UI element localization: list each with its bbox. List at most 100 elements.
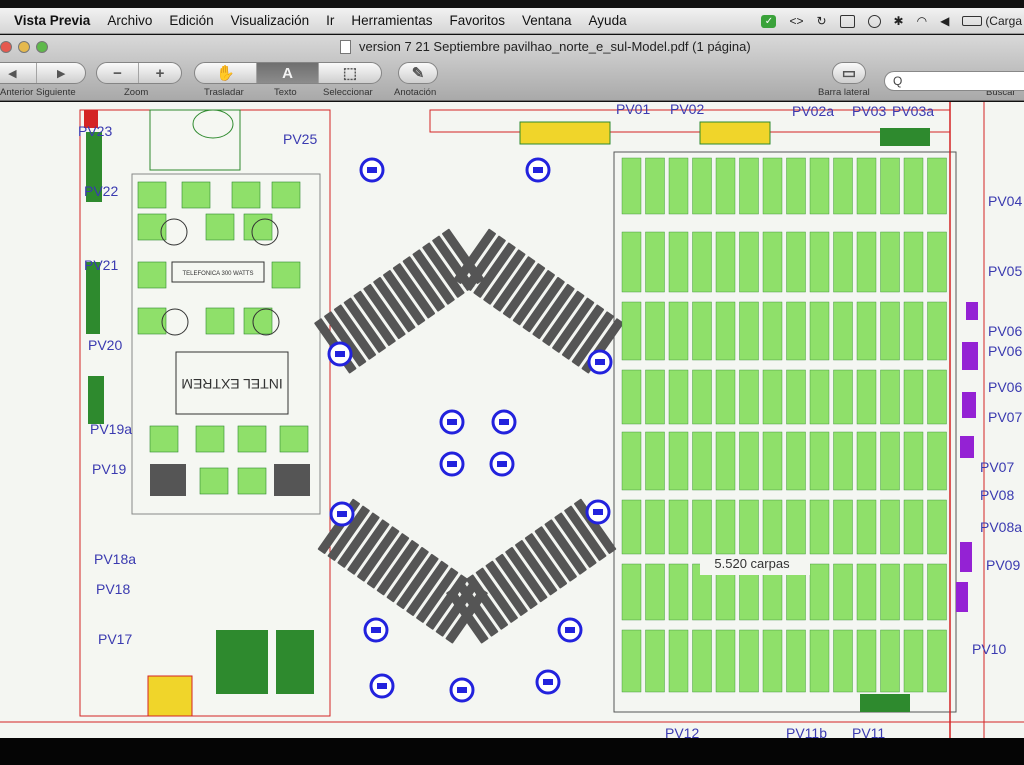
- text-tool-button[interactable]: A: [257, 63, 319, 83]
- tent-block: [903, 629, 924, 693]
- tent-block: [645, 231, 665, 293]
- tent-block: [645, 629, 665, 693]
- tent-block: [880, 301, 900, 361]
- battery-icon: [962, 16, 983, 26]
- tent-block: [762, 231, 783, 293]
- blue-logo-mark: [457, 687, 467, 693]
- tent-block: [809, 369, 830, 425]
- tent-block: [692, 157, 712, 215]
- pv-label: PV17: [98, 631, 132, 647]
- evernote-icon[interactable]: ✓: [761, 14, 777, 28]
- annotate-button[interactable]: ✎: [399, 63, 437, 83]
- purple-stand: [956, 582, 968, 612]
- battery-status[interactable]: (Carga: [962, 14, 1022, 28]
- time-machine-icon[interactable]: [867, 14, 881, 28]
- tent-block: [809, 157, 830, 215]
- pv-label: PV06: [988, 323, 1022, 339]
- tent-block: [762, 431, 783, 491]
- pv-label: PV18a: [94, 551, 136, 567]
- booth-table: [271, 181, 301, 209]
- yellow-block: [147, 675, 193, 717]
- pv-label: PV18: [96, 581, 130, 597]
- green-block: [276, 630, 314, 694]
- top-yellow-block-2: [699, 121, 771, 145]
- move-tool-button[interactable]: ✋: [195, 63, 257, 83]
- tent-block: [833, 629, 853, 693]
- blue-logo-mark: [533, 167, 543, 173]
- tent-block: [833, 563, 853, 621]
- hand-icon: ✋: [216, 65, 235, 82]
- menu-herramientas[interactable]: Herramientas: [351, 13, 432, 28]
- menu-ventana[interactable]: Ventana: [522, 13, 572, 28]
- document-view[interactable]: TELEFONICA 300 WATTS INTEL EXTREM 5.520 …: [0, 102, 1024, 738]
- tent-block: [645, 499, 665, 555]
- code-icon[interactable]: <>: [789, 14, 803, 28]
- wifi-icon[interactable]: ◠: [917, 14, 927, 28]
- search-icon: Q: [893, 74, 903, 88]
- tent-block: [809, 499, 830, 555]
- tent-block: [621, 369, 642, 425]
- tent-block: [856, 629, 877, 693]
- tent-block: [645, 157, 665, 215]
- close-window-button[interactable]: [0, 41, 12, 53]
- tent-block: [621, 629, 642, 693]
- tent-block: [621, 499, 642, 555]
- zoom-in-button[interactable]: +: [139, 63, 181, 83]
- zoom-group: − +: [96, 62, 182, 84]
- tent-block: [833, 301, 853, 361]
- booth-table: [205, 307, 235, 335]
- tent-block: [880, 231, 900, 293]
- tent-block: [762, 629, 783, 693]
- pv-label: PV10: [972, 641, 1006, 657]
- tent-block: [621, 231, 642, 293]
- bottom-green-block: [860, 694, 910, 712]
- search-field[interactable]: Q: [884, 71, 1024, 91]
- menu-app[interactable]: Vista Previa: [14, 13, 90, 28]
- select-tool-button[interactable]: ⬚: [319, 63, 381, 83]
- tent-block: [645, 563, 665, 621]
- tent-block: [668, 431, 689, 491]
- booth-table: [279, 425, 309, 453]
- zoom-window-button[interactable]: [36, 41, 48, 53]
- tent-block: [903, 369, 924, 425]
- menu-archivo[interactable]: Archivo: [107, 13, 152, 28]
- tent-block: [809, 563, 830, 621]
- booth-table: [231, 181, 261, 209]
- display-icon[interactable]: [839, 14, 855, 28]
- blue-logo-mark: [543, 679, 553, 685]
- menu-ayuda[interactable]: Ayuda: [589, 13, 627, 28]
- tent-block: [856, 431, 877, 491]
- previous-button[interactable]: ◂: [0, 63, 38, 83]
- tent-block: [645, 301, 665, 361]
- menu-visualizacion[interactable]: Visualización: [231, 13, 310, 28]
- tent-block: [903, 431, 924, 491]
- next-button[interactable]: ▸: [37, 63, 85, 83]
- tools-group: ✋ A ⬚: [194, 62, 382, 84]
- tent-block: [786, 301, 806, 361]
- menu-edicion[interactable]: Edición: [169, 13, 213, 28]
- minimize-window-button[interactable]: [18, 41, 30, 53]
- tent-block: [856, 301, 877, 361]
- tent-block: [927, 369, 947, 425]
- menu-ir[interactable]: Ir: [326, 13, 334, 28]
- zoom-out-button[interactable]: −: [97, 63, 140, 83]
- floor-plan-drawing: TELEFONICA 300 WATTS INTEL EXTREM 5.520 …: [0, 102, 1024, 738]
- volume-icon[interactable]: ◀: [940, 14, 949, 28]
- window-title-text: version 7 21 Septiembre pavilhao_norte_e…: [359, 39, 751, 54]
- tent-block: [739, 157, 759, 215]
- sidebar-toggle-button[interactable]: ▭: [833, 63, 865, 83]
- booth-table: [181, 181, 211, 209]
- tent-block: [786, 157, 806, 215]
- tent-block: [692, 431, 712, 491]
- tent-block: [880, 431, 900, 491]
- window-toolbar: version 7 21 Septiembre pavilhao_norte_e…: [0, 35, 1024, 101]
- tent-block: [715, 431, 736, 491]
- pv-label: PV01: [616, 102, 650, 117]
- tent-block: [880, 369, 900, 425]
- move-tool-label: Trasladar: [204, 87, 244, 98]
- bluetooth-icon[interactable]: ✱: [894, 14, 904, 28]
- tent-block: [739, 629, 759, 693]
- menu-favoritos[interactable]: Favoritos: [449, 13, 505, 28]
- tent-block: [833, 431, 853, 491]
- sync-icon[interactable]: ↻: [816, 14, 826, 28]
